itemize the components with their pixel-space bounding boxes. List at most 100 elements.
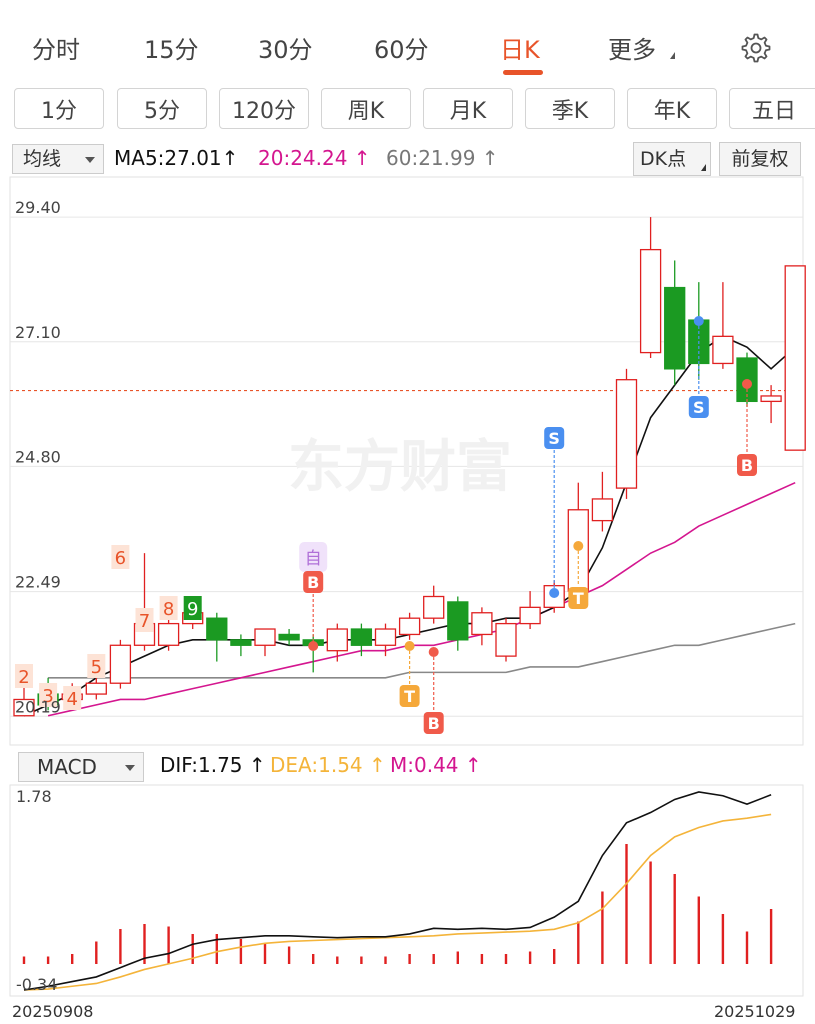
auto-badge-label: 自 (305, 549, 322, 569)
price-label: 24.80 (15, 447, 61, 466)
price-axis: 29.40 27.10 24.80 22.49 20.19 (15, 198, 61, 716)
td-marker-label: 9 (187, 599, 198, 620)
candle-up (254, 628, 276, 646)
ma-selector-label: 均线 (23, 148, 62, 170)
macd-chart[interactable]: 1.78 -0.34 (0, 784, 815, 998)
candle-up (639, 248, 662, 354)
price-label: 27.10 (15, 323, 61, 342)
buy-dot (742, 379, 752, 389)
price-adjust-button[interactable]: 前复权 (719, 142, 801, 176)
candle-up (326, 628, 348, 652)
tab-more[interactable]: 更多 (608, 30, 656, 65)
candle-up (760, 395, 782, 403)
ma-indicator-bar: 均线 MA5:27.01↑ 20:24.24 ↑ 60:21.99 ↑ DK点 … (0, 142, 815, 176)
candle-down (230, 639, 252, 646)
candle-up (85, 682, 107, 695)
period-week-button[interactable]: 周K (321, 88, 411, 129)
dif-line (23, 791, 772, 991)
period-year-button[interactable]: 年K (627, 88, 717, 129)
buy-dot (308, 641, 319, 651)
candle-up (784, 265, 806, 451)
macd-m-value: M:0.44 ↑ (390, 753, 482, 777)
candle-down (206, 617, 228, 641)
period-120min-button[interactable]: 120分 (219, 88, 309, 129)
td-marker-label: 7 (139, 611, 150, 632)
candle-down (350, 628, 373, 646)
tab-60min[interactable]: 60分 (374, 30, 429, 65)
macd-axis-bottom: -0.34 (16, 975, 57, 994)
macd-selector-label: MACD (37, 755, 97, 779)
period-5day-button[interactable]: 五日 (729, 88, 815, 129)
turn-dot (404, 641, 415, 651)
period-month-button[interactable]: 月K (423, 88, 513, 129)
dropdown-caret-icon (125, 765, 135, 771)
candle-up (591, 498, 614, 522)
tab-daily-k[interactable]: 日K (500, 30, 540, 65)
candle-up (495, 622, 517, 657)
period-quarter-button[interactable]: 季K (525, 88, 615, 129)
price-label: 22.49 (15, 573, 61, 592)
date-start: 20250908 (12, 1002, 94, 1021)
ma-selector[interactable]: 均线 (12, 144, 104, 174)
candle-down (447, 601, 469, 641)
price-label: 29.40 (15, 198, 61, 217)
price-label: 20.19 (15, 697, 61, 716)
candle-up (712, 335, 734, 365)
td-marker-label: 6 (115, 548, 126, 569)
td-marker-label: 2 (18, 667, 29, 688)
td-marker-label: 8 (163, 599, 174, 620)
dk-caret-icon (701, 164, 706, 171)
period-1min-button[interactable]: 1分 (14, 88, 104, 129)
tab-30min[interactable]: 30分 (258, 30, 313, 65)
kline-chart[interactable]: 东方财富 自BTBSTSB 23 45678 9 29.4027.1024.8022… (0, 176, 815, 752)
dif-value: DIF:1.75 ↑ (160, 753, 266, 777)
sell-signal-label: S (548, 429, 560, 448)
candle-up (615, 379, 638, 489)
ma20-value: 20:24.24 ↑ (258, 146, 371, 170)
dea-value: DEA:1.54 ↑ (270, 753, 386, 777)
macd-lines (23, 791, 772, 991)
macd-histogram (22, 844, 773, 964)
macd-selector[interactable]: MACD (18, 752, 144, 782)
ma5-value: MA5:27.01↑ (114, 146, 239, 170)
watermark: 东方财富 (288, 435, 512, 500)
active-tab-indicator (503, 70, 543, 75)
buy-signal-label: B (741, 456, 753, 475)
buy-dot (428, 647, 439, 657)
macd-indicator-bar: MACD DIF:1.75 ↑ DEA:1.54 ↑ M:0.44 ↑ (0, 750, 815, 784)
period-button-row: 1分 5分 120分 周K 月K 季K 年K 五日 (0, 88, 815, 132)
macd-axis-top: 1.78 (16, 787, 52, 806)
candle-down (664, 286, 686, 370)
tab-15min[interactable]: 15分 (144, 30, 199, 65)
sell-dot (549, 588, 560, 598)
candle-up (519, 606, 541, 625)
gear-icon[interactable] (740, 32, 772, 64)
turn-signal-label: T (404, 687, 415, 706)
candle-up (374, 628, 397, 646)
turn-signal-label: T (573, 589, 584, 608)
top-period-tabs: 分时 15分 30分 60分 日K 更多 (0, 0, 815, 88)
dk-point-button[interactable]: DK点 (633, 142, 711, 176)
dropdown-caret-icon (85, 157, 95, 163)
candle-up (398, 617, 421, 636)
candle-up (109, 644, 132, 684)
dea-line (23, 813, 772, 991)
date-axis: 20250908 20251029 (0, 1000, 815, 1024)
candle-up (471, 612, 493, 636)
tab-timeshare[interactable]: 分时 (32, 30, 80, 65)
candle-up (157, 622, 180, 646)
buy-signal-label: B (428, 714, 440, 733)
candle-up (423, 595, 445, 619)
more-caret-icon (670, 52, 675, 59)
sell-signal-label: S (693, 398, 705, 417)
date-end: 20251029 (714, 1002, 796, 1021)
td-marker-label: 4 (66, 689, 77, 710)
ma60-value: 60:21.99 ↑ (386, 146, 499, 170)
td-marker-label: 5 (91, 657, 102, 678)
buy-signal-label: B (307, 573, 319, 592)
sell-dot (693, 316, 704, 326)
period-5min-button[interactable]: 5分 (117, 88, 207, 129)
turn-dot (573, 541, 584, 551)
candle-down (278, 633, 300, 641)
dk-point-label: DK点 (640, 148, 687, 170)
